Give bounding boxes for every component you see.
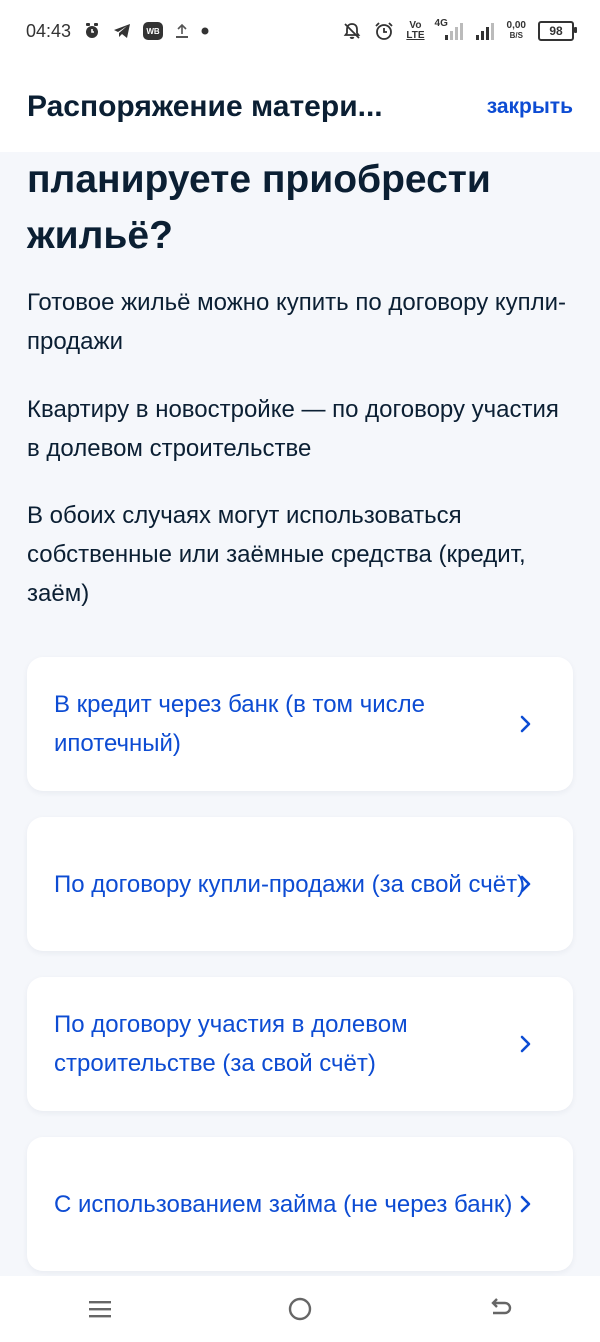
home-button[interactable]: [280, 1289, 320, 1329]
question-title: планируете приобрести жильё?: [27, 158, 491, 257]
net-speed: 0,00 B/S: [506, 20, 526, 41]
alarm-clock-icon: [374, 21, 394, 41]
option-card-loan[interactable]: С использованием займа (не через банк): [27, 1137, 573, 1271]
info-paragraph: Квартиру в новостройке — по договору уча…: [27, 396, 559, 462]
volte-icon: Vo LTE: [406, 20, 425, 41]
info-paragraph: Готовое жильё можно купить по договору к…: [27, 289, 567, 355]
menu-button[interactable]: [80, 1289, 120, 1329]
header: Распоряжение матери... закрыть: [0, 62, 600, 152]
status-time: 04:43: [26, 20, 72, 41]
wb-icon: WB: [143, 22, 164, 40]
status-bar: 04:43 WB Vo LTE 4G 0,00 B/S 98: [0, 0, 600, 62]
system-nav-bar: [0, 1276, 600, 1342]
option-card-purchase-contract[interactable]: По договору купли-продажи (за свой счёт): [27, 817, 573, 951]
status-bar-right: Vo LTE 4G 0,00 B/S 98: [342, 19, 577, 41]
battery-icon: 98: [538, 21, 577, 41]
chevron-right-icon: [520, 1195, 531, 1213]
signal-4g-icon: 4G: [435, 19, 463, 41]
dot-icon: [201, 27, 209, 35]
status-bar-left: 04:43 WB: [26, 21, 209, 42]
chevron-right-icon: [520, 1035, 531, 1053]
menu-icon: [89, 1301, 111, 1318]
telegram-icon: [113, 23, 131, 39]
page-title: Распоряжение матери...: [27, 90, 383, 123]
mute-icon: [342, 21, 362, 41]
option-card-bank-credit[interactable]: В кредит через банк (в том числе ипотечн…: [27, 657, 573, 791]
back-icon: [491, 1298, 512, 1315]
option-card-shared-construction[interactable]: По договору участия в долевом строительс…: [27, 977, 573, 1111]
signal-icon: [475, 21, 495, 41]
chevron-right-icon: [520, 875, 531, 893]
option-label: По договору участия в долевом строительс…: [54, 1011, 408, 1077]
option-label: В кредит через банк (в том числе ипотечн…: [54, 691, 425, 757]
alarm-icon: [83, 22, 101, 40]
home-icon: [288, 1297, 312, 1321]
option-label: По договору купли-продажи (за свой счёт): [54, 870, 526, 898]
info-paragraph: В обоих случаях могут использоваться соб…: [27, 502, 526, 607]
back-button[interactable]: [480, 1289, 520, 1329]
option-label: С использованием займа (не через банк): [54, 1190, 513, 1218]
close-button[interactable]: закрыть: [487, 95, 573, 119]
upload-icon: [175, 23, 189, 39]
chevron-right-icon: [520, 715, 531, 733]
content-area[interactable]: планируете приобрести жильё? Готовое жил…: [0, 152, 600, 1276]
